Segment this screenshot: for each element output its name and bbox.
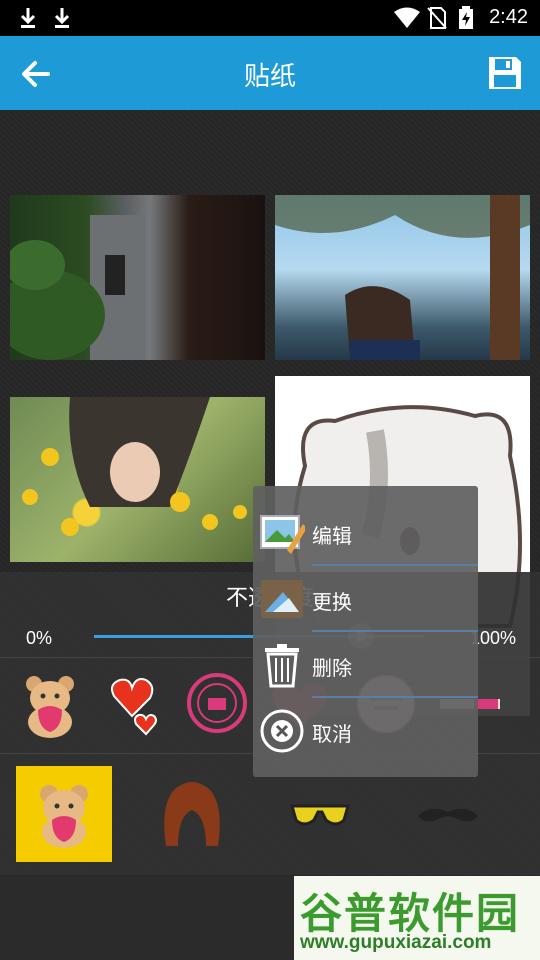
- no-sim-icon: [427, 7, 447, 29]
- menu-item-label: 删除: [312, 656, 352, 680]
- status-bar: 2:42: [0, 0, 540, 36]
- menu-item-label: 更换: [312, 590, 352, 614]
- watermark: 谷普软件园 www.gupuxiazai.com: [294, 876, 540, 960]
- collage-photo[interactable]: [10, 195, 265, 360]
- menu-item-edit[interactable]: 编辑: [253, 500, 478, 564]
- teddy-bear-sticker[interactable]: [20, 672, 80, 738]
- mustache-icon: [418, 808, 478, 822]
- cancel-circle-icon: [260, 709, 304, 753]
- category-hair[interactable]: [144, 766, 240, 862]
- clock: 2:42: [489, 6, 528, 28]
- battery-charging-icon: [459, 6, 473, 29]
- page-title: 贴纸: [243, 62, 296, 92]
- context-menu: 编辑 更换 删除 取消: [253, 486, 478, 777]
- trash-icon: [265, 644, 299, 688]
- menu-item-label: 编辑: [312, 524, 352, 548]
- photo-image: [22, 397, 247, 536]
- image-replace-icon: [261, 580, 303, 618]
- photo-image: [10, 215, 145, 360]
- category-mustache[interactable]: [400, 766, 496, 862]
- opacity-min-label: 0%: [26, 628, 53, 648]
- category-glasses[interactable]: [272, 766, 368, 862]
- collage-photo[interactable]: [10, 397, 265, 562]
- wifi-icon: [394, 7, 420, 28]
- photo-image: [275, 195, 530, 360]
- menu-item-cancel[interactable]: 取消: [253, 698, 478, 762]
- red-hearts-sticker[interactable]: [108, 672, 158, 738]
- floppy-disk-icon[interactable]: [486, 54, 524, 92]
- teddy-bear-icon: [40, 785, 88, 848]
- menu-item-label: 取消: [312, 722, 352, 746]
- watermark-url: www.gupuxiazai.com: [300, 932, 492, 953]
- happy-birthday-stamp-sticker[interactable]: [186, 672, 248, 734]
- menu-item-replace[interactable]: 更换: [253, 566, 478, 630]
- download-icon: [20, 8, 36, 28]
- hair-wig-icon: [164, 782, 220, 846]
- category-teddy-bear[interactable]: [16, 766, 112, 862]
- menu-item-delete[interactable]: 删除: [253, 632, 478, 696]
- app-bar: 贴纸: [0, 36, 540, 110]
- download-icon: [54, 8, 70, 28]
- picture-edit-icon: [260, 515, 305, 554]
- collage-photo[interactable]: [275, 195, 530, 360]
- heart-glasses-icon: [290, 804, 350, 826]
